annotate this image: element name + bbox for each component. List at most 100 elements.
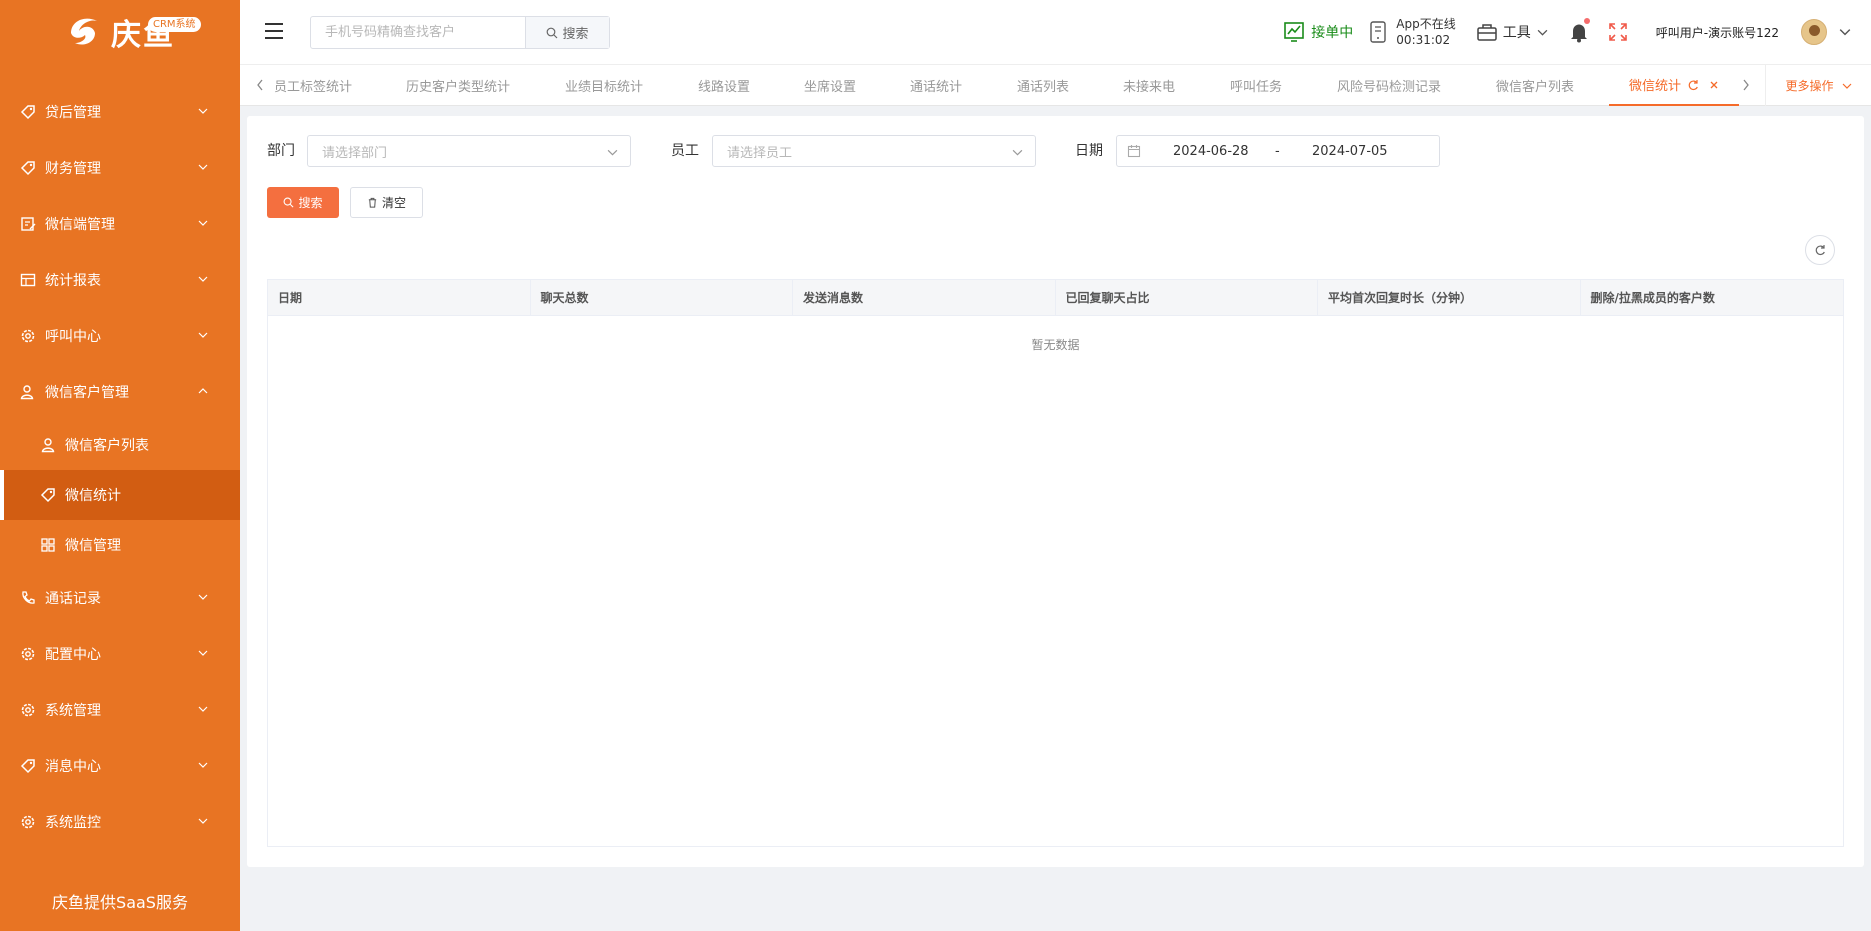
search-icon: [284, 197, 294, 208]
clear-button[interactable]: 清空: [350, 187, 423, 218]
sidebar-item-reports[interactable]: 统计报表: [0, 252, 240, 308]
department-label: 部门: [267, 143, 295, 159]
tabs-scroll-right-icon[interactable]: [1740, 77, 1752, 93]
sidebar-item-finance[interactable]: 财务管理: [0, 140, 240, 196]
tab-risk-number-records[interactable]: 风险号码检测记录: [1337, 65, 1441, 106]
tab-call-tasks[interactable]: 呼叫任务: [1230, 65, 1282, 106]
gear-icon: [21, 703, 35, 717]
column-header[interactable]: 日期: [268, 280, 531, 315]
column-header[interactable]: 聊天总数: [531, 280, 793, 315]
sidebar-footer: 庆鱼提供SaaS服务: [52, 893, 188, 912]
date-end[interactable]: 2024-07-05: [1312, 144, 1388, 159]
sidebar-subitem-label: 微信统计: [65, 488, 121, 504]
sidebar-subitem-wechat-manage[interactable]: 微信管理: [0, 520, 240, 570]
table-refresh-button[interactable]: [1805, 235, 1835, 265]
tab-line-settings[interactable]: 线路设置: [698, 65, 750, 106]
tag-icon: [20, 759, 35, 774]
content-card: 部门 请选择部门 员工 请选择员工 日期 2024-06-28 - 2024-0…: [247, 116, 1864, 867]
order-status-text: 接单中: [1311, 25, 1354, 41]
customer-search-input[interactable]: [311, 17, 525, 48]
tag-icon: [20, 161, 35, 176]
tab-call-stats[interactable]: 通话统计: [910, 65, 962, 106]
column-header[interactable]: 已回复聊天占比: [1056, 280, 1318, 315]
tools-label: 工具: [1502, 25, 1531, 41]
search-button[interactable]: 搜索: [267, 187, 339, 218]
sidebar-item-label: 微信客户管理: [45, 385, 129, 401]
chevron-down-icon: [1012, 149, 1023, 156]
fullscreen-icon[interactable]: [1608, 22, 1628, 42]
column-header[interactable]: 删除/拉黑成员的客户数: [1581, 280, 1844, 315]
sidebar-item-config-center[interactable]: 配置中心: [0, 626, 240, 682]
chevron-down-icon[interactable]: [1839, 26, 1851, 38]
sidebar-menu: 贷后管理 财务管理 微信端管理 统计报表 呼叫中心 微信客户管理 微信客户列表 …: [0, 84, 240, 850]
avatar[interactable]: [1801, 19, 1827, 45]
trash-icon: [368, 197, 377, 208]
phone-icon: [22, 591, 35, 604]
header-search-button[interactable]: 搜索: [525, 17, 609, 48]
tab-wechat-customer-list[interactable]: 微信客户列表: [1496, 65, 1574, 106]
chevron-down-icon: [198, 108, 208, 114]
staff-placeholder: 请选择员工: [727, 145, 793, 161]
chevron-down-icon: [198, 706, 208, 712]
more-operations-label: 更多操作: [1785, 79, 1834, 93]
tab-call-list[interactable]: 通话列表: [1017, 65, 1069, 106]
sidebar-item-label: 系统管理: [45, 703, 101, 719]
refresh-icon[interactable]: [1687, 79, 1699, 91]
department-select[interactable]: 请选择部门: [307, 135, 631, 167]
tabs-scroll-left-icon[interactable]: [254, 77, 266, 93]
more-operations-button[interactable]: 更多操作: [1765, 65, 1871, 106]
tag-icon: [40, 488, 55, 503]
staff-label: 员工: [671, 143, 699, 159]
fish-logo-icon: [71, 18, 97, 45]
notification-dot: [1583, 18, 1590, 24]
sidebar-subitem-wechat-customer-list[interactable]: 微信客户列表: [0, 420, 240, 470]
sidebar-item-post-loan[interactable]: 贷后管理: [0, 84, 240, 140]
sidebar-item-wechat-customers[interactable]: 微信客户管理: [0, 364, 240, 420]
tab-missed-calls[interactable]: 未接来电: [1123, 65, 1175, 106]
date-range-picker[interactable]: 2024-06-28 - 2024-07-05: [1116, 135, 1440, 167]
header-search-label: 搜索: [562, 27, 589, 42]
tab-employee-tag-stats[interactable]: 员工标签统计: [274, 65, 352, 106]
column-header[interactable]: 发送消息数: [793, 280, 1056, 315]
sidebar-item-system-monitor[interactable]: 系统监控: [0, 794, 240, 850]
sidebar-item-label: 通话记录: [45, 591, 101, 607]
customer-search: 搜索: [310, 16, 610, 49]
empty-state-text: 暂无数据: [1031, 338, 1080, 352]
date-start[interactable]: 2024-06-28: [1173, 144, 1249, 159]
chevron-down-icon: [1537, 29, 1548, 36]
staff-select[interactable]: 请选择员工: [712, 135, 1036, 167]
gear-icon: [21, 815, 35, 829]
brand-tag: CRM系统: [148, 17, 201, 32]
order-status-toggle[interactable]: 接单中: [1283, 21, 1353, 43]
tag-icon: [20, 105, 35, 120]
sidebar-item-message-center[interactable]: 消息中心: [0, 738, 240, 794]
sidebar-item-system-manage[interactable]: 系统管理: [0, 682, 240, 738]
tab-seat-settings[interactable]: 坐席设置: [804, 65, 856, 106]
sidebar-item-label: 配置中心: [45, 647, 101, 663]
user-icon: [41, 438, 55, 453]
sidebar-item-call-records[interactable]: 通话记录: [0, 570, 240, 626]
gear-icon: [21, 647, 35, 661]
sidebar-subitem-label: 微信管理: [65, 538, 121, 554]
logo[interactable]: 庆鱼 CRM系统: [0, 0, 240, 64]
sidebar-subitem-wechat-stats[interactable]: 微信统计: [0, 470, 240, 520]
search-icon: [547, 27, 558, 38]
top-header: 搜索 接单中 App不在线 00:31:02 工具 呼叫用户-演示账号122: [240, 0, 1871, 64]
tab-history-customer-type-stats[interactable]: 历史客户类型统计: [406, 65, 510, 106]
column-header[interactable]: 平均首次回复时长（分钟）: [1318, 280, 1581, 315]
tab-wechat-stats[interactable]: 微信统计: [1609, 65, 1740, 106]
hamburger-menu-icon[interactable]: [264, 22, 284, 40]
app-status-text: App不在线: [1396, 17, 1456, 31]
sidebar-item-wechat-end[interactable]: 微信端管理: [0, 196, 240, 252]
sidebar-item-label: 系统监控: [45, 815, 101, 831]
close-icon[interactable]: [1709, 80, 1719, 90]
gear-icon: [21, 329, 35, 343]
tab-performance-target-stats[interactable]: 业绩目标统计: [565, 65, 643, 106]
chevron-down-icon: [198, 276, 208, 282]
tools-menu[interactable]: 工具: [1476, 21, 1548, 43]
current-user-name[interactable]: 呼叫用户-演示账号122: [1656, 24, 1779, 41]
grid-icon: [41, 538, 55, 552]
sidebar-item-call-center[interactable]: 呼叫中心: [0, 308, 240, 364]
notifications[interactable]: [1568, 18, 1590, 43]
chevron-down-icon: [198, 332, 208, 338]
